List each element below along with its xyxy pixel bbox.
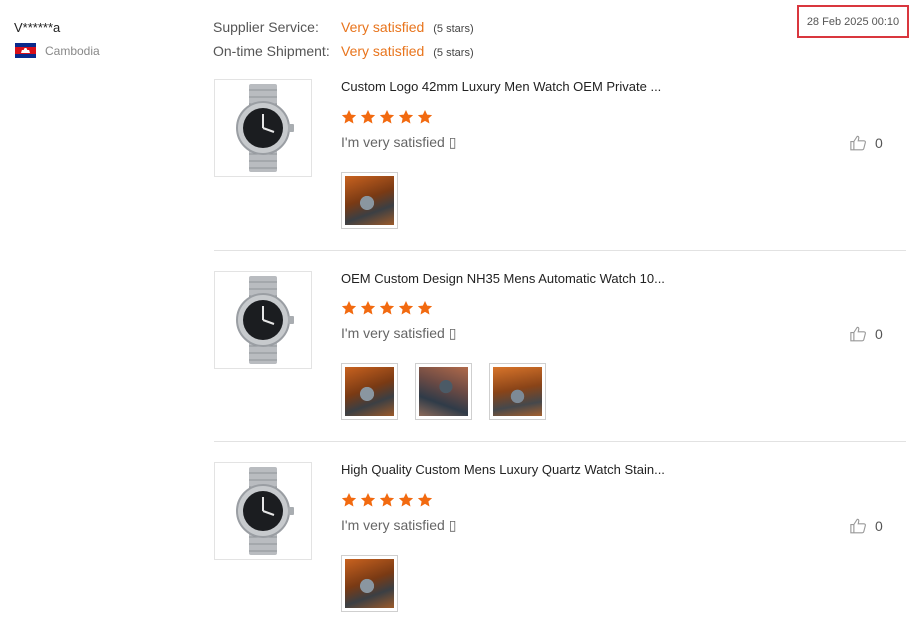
country-name: Cambodia — [45, 43, 100, 58]
like-button[interactable]: 0 — [849, 134, 883, 152]
divider — [214, 441, 906, 442]
star-rating — [341, 492, 436, 510]
product-image[interactable] — [214, 271, 312, 369]
review-photo-thumbnail[interactable] — [415, 363, 472, 420]
star-icon — [341, 301, 357, 315]
like-count: 0 — [875, 326, 883, 342]
like-button[interactable]: 0 — [849, 517, 883, 535]
product-image[interactable] — [214, 79, 312, 177]
star-icon — [417, 493, 433, 507]
review-photo-thumbnail[interactable] — [341, 172, 398, 229]
rating-stars-text: (5 stars) — [433, 47, 474, 59]
review-photos — [341, 555, 415, 612]
star-icon — [360, 110, 376, 124]
rating-value: Very satisfied — [341, 19, 425, 35]
star-icon — [341, 110, 357, 124]
star-rating — [341, 109, 436, 127]
star-icon — [341, 493, 357, 507]
thumbs-up-icon — [850, 326, 866, 342]
review-date: 28 Feb 2025 00:10 — [797, 5, 909, 38]
review-comment: I'm very satisfied ▯ — [341, 517, 457, 533]
star-icon — [398, 493, 414, 507]
star-icon — [417, 301, 433, 315]
supplier-service-rating: Supplier Service: Very satisfied (5 star… — [213, 19, 474, 35]
product-image[interactable] — [214, 462, 312, 560]
star-icon — [379, 110, 395, 124]
thumbs-up-icon — [850, 135, 866, 151]
star-icon — [379, 493, 395, 507]
rating-label: On-time Shipment: — [213, 43, 330, 59]
cambodia-flag-icon — [15, 43, 36, 58]
star-icon — [379, 301, 395, 315]
review-photos — [341, 172, 415, 229]
thumbs-up-icon — [850, 518, 866, 534]
like-count: 0 — [875, 518, 883, 534]
review-photo-thumbnail[interactable] — [341, 363, 398, 420]
rating-label: Supplier Service: — [213, 19, 319, 35]
rating-stars-text: (5 stars) — [433, 23, 474, 35]
review-comment: I'm very satisfied ▯ — [341, 134, 457, 150]
review-photos — [341, 363, 563, 420]
watch-icon — [236, 467, 294, 555]
watch-icon — [236, 276, 294, 364]
review-photo-thumbnail[interactable] — [341, 555, 398, 612]
star-rating — [341, 300, 436, 318]
divider — [214, 250, 906, 251]
reviewer-country: Cambodia — [15, 43, 100, 58]
star-icon — [360, 493, 376, 507]
star-icon — [417, 110, 433, 124]
watch-icon — [236, 84, 294, 172]
review-photo-thumbnail[interactable] — [489, 363, 546, 420]
reviewer-name: V******a — [14, 20, 61, 35]
on-time-shipment-rating: On-time Shipment: Very satisfied (5 star… — [213, 43, 474, 59]
rating-value: Very satisfied — [341, 43, 425, 59]
review-comment: I'm very satisfied ▯ — [341, 325, 457, 341]
star-icon — [398, 110, 414, 124]
product-title-link[interactable]: Custom Logo 42mm Luxury Men Watch OEM Pr… — [341, 79, 661, 94]
like-button[interactable]: 0 — [849, 325, 883, 343]
like-count: 0 — [875, 135, 883, 151]
star-icon — [398, 301, 414, 315]
product-title-link[interactable]: High Quality Custom Mens Luxury Quartz W… — [341, 462, 665, 477]
star-icon — [360, 301, 376, 315]
product-title-link[interactable]: OEM Custom Design NH35 Mens Automatic Wa… — [341, 271, 665, 286]
